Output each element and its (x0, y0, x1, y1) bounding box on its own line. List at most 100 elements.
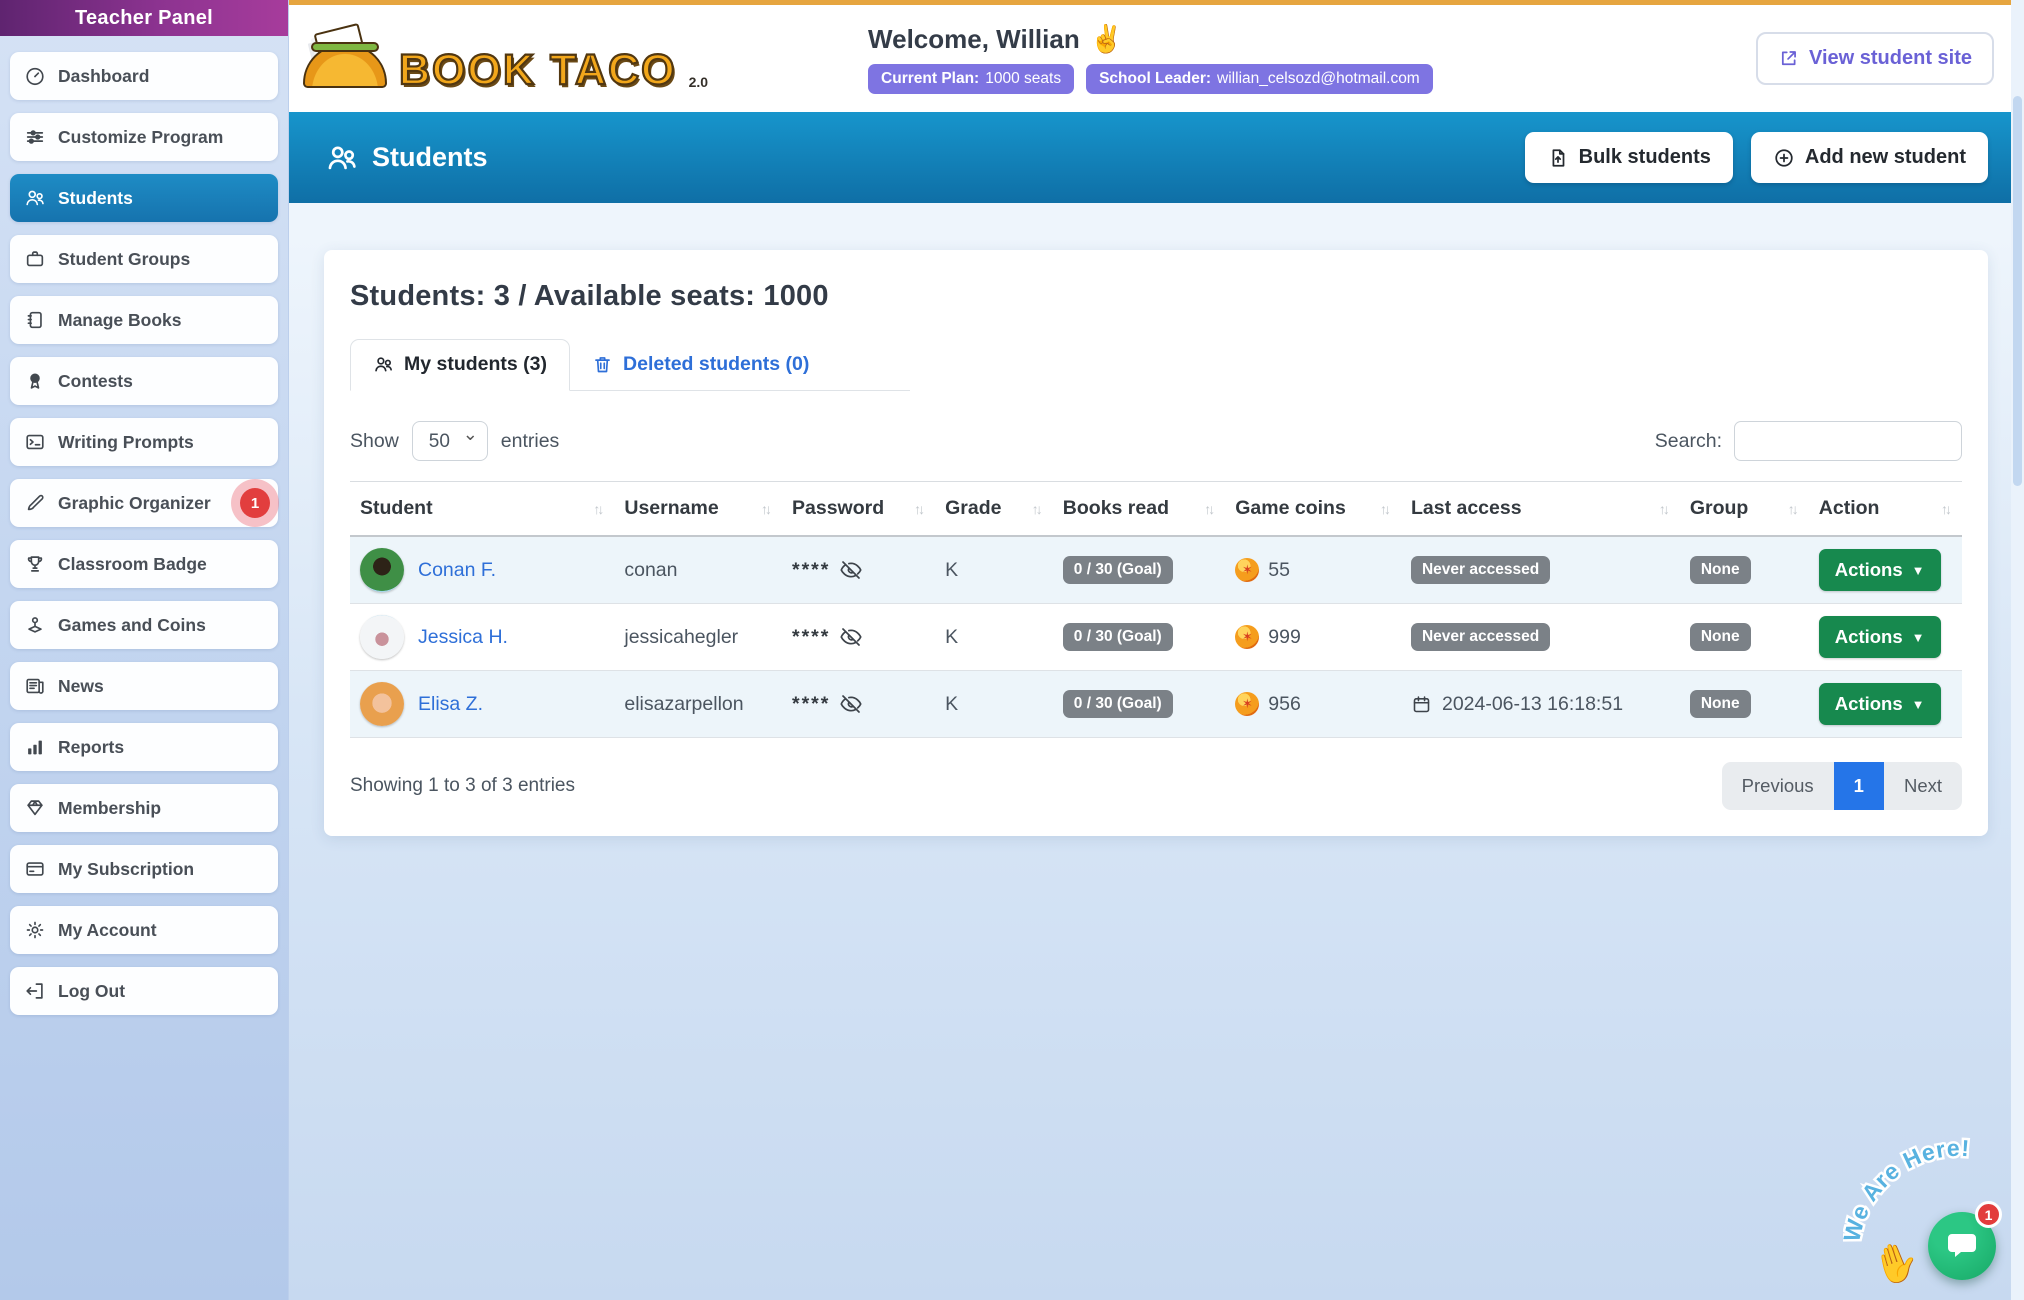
sort-icon[interactable]: ↑↓ (1204, 501, 1215, 517)
col-grade[interactable]: Grade↑↓ (935, 482, 1053, 537)
logout-icon (24, 980, 46, 1002)
terminal-icon (24, 431, 46, 453)
actions-dropdown-button[interactable]: Actions▼ (1819, 549, 1941, 591)
books-read-badge: 0 / 30 (Goal) (1063, 556, 1173, 584)
show-label: Show (350, 430, 399, 453)
sidebar-item-label: Student Groups (58, 249, 190, 270)
sidebar-item-classroom-badge[interactable]: Classroom Badge (10, 540, 278, 588)
col-group[interactable]: Group↑↓ (1680, 482, 1809, 537)
coins-value: 55 (1268, 559, 1290, 582)
sidebar-item-students[interactable]: Students (10, 174, 278, 222)
sort-icon[interactable]: ↑↓ (761, 501, 772, 517)
actions-dropdown-button[interactable]: Actions▼ (1819, 683, 1941, 725)
sidebar-item-writing-prompts[interactable]: Writing Prompts (10, 418, 278, 466)
sidebar-item-my-subscription[interactable]: My Subscription (10, 845, 278, 893)
table-controls: Show 50 entries Search: (350, 421, 1962, 461)
student-name-link[interactable]: Jessica H. (418, 626, 508, 649)
sort-icon[interactable]: ↑↓ (1788, 501, 1799, 517)
calendar-icon (1411, 694, 1432, 715)
table-footer: Showing 1 to 3 of 3 entries Previous 1 N… (350, 762, 1962, 810)
student-name-link[interactable]: Elisa Z. (418, 693, 483, 716)
col-password[interactable]: Password↑↓ (782, 482, 935, 537)
actions-dropdown-button[interactable]: Actions▼ (1819, 616, 1941, 658)
col-student[interactable]: Student↑↓ (350, 482, 614, 537)
scrollbar-thumb[interactable] (2013, 96, 2022, 486)
pen-icon (24, 492, 46, 514)
previous-page-button[interactable]: Previous (1722, 762, 1834, 810)
sidebar-item-customize-program[interactable]: Customize Program (10, 113, 278, 161)
sidebar-item-student-groups[interactable]: Student Groups (10, 235, 278, 283)
eye-slash-icon[interactable] (839, 558, 863, 582)
col-username[interactable]: Username↑↓ (614, 482, 782, 537)
page-number-button[interactable]: 1 (1834, 762, 1884, 810)
sort-icon[interactable]: ↑↓ (1032, 501, 1043, 517)
pagination: Previous 1 Next (1722, 762, 1962, 810)
sidebar-item-label: Students (58, 188, 133, 209)
sort-icon[interactable]: ↑↓ (593, 501, 604, 517)
password-mask: **** (792, 559, 830, 582)
sidebar-item-reports[interactable]: Reports (10, 723, 278, 771)
tab-my-students[interactable]: My students (3) (350, 339, 570, 391)
eye-slash-icon[interactable] (839, 692, 863, 716)
bulk-students-button[interactable]: Bulk students (1525, 132, 1733, 183)
password-mask: **** (792, 693, 830, 716)
col-books-read[interactable]: Books read↑↓ (1053, 482, 1225, 537)
sidebar-item-label: Reports (58, 737, 124, 758)
sidebar-item-news[interactable]: News (10, 662, 278, 710)
medal-icon (24, 370, 46, 392)
students-card: Students: 3 / Available seats: 1000 My s… (324, 250, 1988, 836)
group-badge: None (1690, 690, 1751, 718)
sidebar-item-contests[interactable]: Contests (10, 357, 278, 405)
sidebar-item-label: My Subscription (58, 859, 194, 880)
notification-badge[interactable]: 1 (240, 488, 270, 518)
sort-icon[interactable]: ↑↓ (1380, 501, 1391, 517)
newspaper-icon (24, 675, 46, 697)
page-size-select[interactable]: 50 (412, 421, 488, 461)
eye-slash-icon[interactable] (839, 625, 863, 649)
sidebar-item-my-account[interactable]: My Account (10, 906, 278, 954)
sidebar-item-label: Contests (58, 371, 133, 392)
sidebar-item-label: My Account (58, 920, 157, 941)
sidebar-menu: Dashboard Customize Program Students Stu… (0, 36, 288, 1015)
sort-icon[interactable]: ↑↓ (1659, 501, 1670, 517)
sidebar-item-label: Membership (58, 798, 161, 819)
sort-icon[interactable]: ↑↓ (1941, 501, 1952, 517)
sidebar-item-membership[interactable]: Membership (10, 784, 278, 832)
school-leader-badge: School Leader:willian_celsozd@hotmail.co… (1086, 64, 1433, 94)
col-action[interactable]: Action↑↓ (1809, 482, 1962, 537)
col-game-coins[interactable]: Game coins↑↓ (1225, 482, 1401, 537)
sidebar: Teacher Panel Dashboard Customize Progra… (0, 0, 289, 1300)
page-scrollbar[interactable] (2011, 0, 2024, 1300)
sidebar-item-graphic-organizer[interactable]: Graphic Organizer 1 (10, 479, 278, 527)
sidebar-item-label: Dashboard (58, 66, 149, 87)
showing-entries-text: Showing 1 to 3 of 3 entries (350, 775, 575, 797)
coin-icon (1235, 558, 1259, 582)
file-upload-icon (1547, 147, 1569, 169)
main-area: BOOK TACO 2.0 Welcome, Willian ✌ Current… (289, 0, 2024, 1300)
avatar (360, 682, 404, 726)
password-mask: **** (792, 626, 830, 649)
sidebar-item-label: Graphic Organizer (58, 493, 211, 514)
book-taco-logo[interactable]: BOOK TACO 2.0 (303, 28, 708, 90)
sidebar-item-games-and-coins[interactable]: Games and Coins (10, 601, 278, 649)
last-access-badge: Never accessed (1411, 623, 1550, 651)
sidebar-item-log-out[interactable]: Log Out (10, 967, 278, 1015)
sidebar-item-label: Customize Program (58, 127, 223, 148)
students-icon (24, 187, 46, 209)
sidebar-item-manage-books[interactable]: Manage Books (10, 296, 278, 344)
search-input[interactable] (1734, 421, 1962, 461)
col-last-access[interactable]: Last access↑↓ (1401, 482, 1680, 537)
gear-icon (24, 919, 46, 941)
table-row: Elisa Z. elisazarpellon **** K 0 / 30 (G… (350, 671, 1962, 738)
tab-deleted-students[interactable]: Deleted students (0) (570, 339, 831, 390)
next-page-button[interactable]: Next (1884, 762, 1962, 810)
sidebar-item-dashboard[interactable]: Dashboard (10, 52, 278, 100)
caret-down-icon: ▼ (1912, 697, 1925, 712)
student-name-link[interactable]: Conan F. (418, 559, 496, 582)
trophy-icon (24, 553, 46, 575)
last-access-date: 2024-06-13 16:18:51 (1442, 693, 1623, 716)
add-new-student-button[interactable]: Add new student (1751, 132, 1988, 183)
view-student-site-button[interactable]: View student site (1756, 32, 1994, 85)
entries-label: entries (501, 430, 560, 453)
sort-icon[interactable]: ↑↓ (914, 501, 925, 517)
